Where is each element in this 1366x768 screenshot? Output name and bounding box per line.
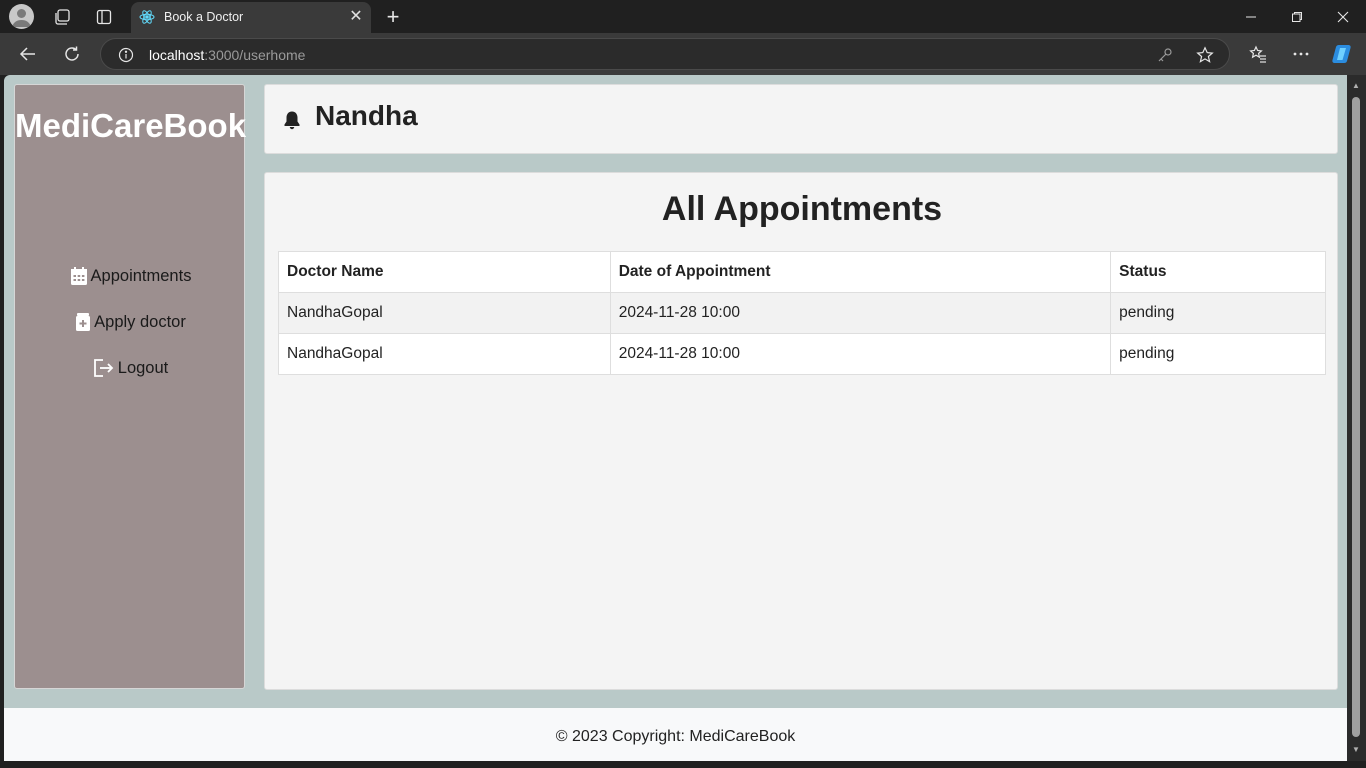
browser-toolbar: localhost:3000/userhome <box>0 33 1366 75</box>
scroll-down-icon[interactable]: ▼ <box>1351 745 1361 755</box>
appointment-date-cell: 2024-11-28 10:00 <box>609 333 1112 375</box>
table-header-row: Doctor Name Date of Appointment Status <box>278 251 1326 293</box>
calendar-icon <box>70 266 88 286</box>
bell-icon[interactable] <box>283 110 301 135</box>
page-scrollbar[interactable]: ▲ ▼ <box>1347 75 1366 761</box>
workspaces-icon[interactable] <box>51 6 73 28</box>
table-row: NandhaGopal 2024-11-28 10:00 pending <box>278 333 1326 375</box>
sidebar: MediCareBook Appointments Apply doctor L… <box>14 84 246 689</box>
table-row: NandhaGopal 2024-11-28 10:00 pending <box>278 292 1326 334</box>
brand-logo[interactable]: MediCareBook <box>15 107 246 145</box>
footer: © 2023 Copyright: MediCareBook <box>4 708 1347 761</box>
favorites-icon[interactable] <box>1247 43 1269 65</box>
sidebar-item-label: Logout <box>117 358 169 377</box>
minimize-icon[interactable] <box>1236 4 1266 30</box>
copyright-text: © 2023 Copyright: MediCareBook <box>555 728 796 745</box>
column-header-doctor-name: Doctor Name <box>278 251 611 293</box>
doctor-name-cell: NandhaGopal <box>278 292 611 334</box>
appointment-date-cell: 2024-11-28 10:00 <box>609 292 1112 334</box>
appointments-table: Doctor Name Date of Appointment Status N… <box>278 251 1326 375</box>
doctor-name-cell: NandhaGopal <box>278 333 611 375</box>
back-arrow-icon[interactable] <box>16 42 40 66</box>
sidebar-item-label: Appointments <box>90 266 192 285</box>
medical-file-icon <box>75 312 91 332</box>
sidebar-item-appointments[interactable]: Appointments <box>15 266 246 286</box>
info-icon[interactable] <box>117 46 134 63</box>
close-tab-icon[interactable]: ✕ <box>347 8 365 26</box>
column-header-date: Date of Appointment <box>609 251 1112 293</box>
react-logo-icon <box>139 9 155 25</box>
copilot-icon[interactable] <box>1330 41 1356 67</box>
active-tab[interactable]: Book a Doctor ✕ <box>131 2 371 33</box>
key-icon[interactable] <box>1156 46 1174 64</box>
restore-icon[interactable] <box>1282 4 1312 30</box>
logout-icon <box>93 358 115 378</box>
sidebar-item-apply-doctor[interactable]: Apply doctor <box>15 312 246 332</box>
status-cell: pending <box>1110 333 1326 375</box>
close-window-icon[interactable] <box>1328 4 1358 30</box>
column-header-status: Status <box>1110 251 1326 293</box>
more-menu-icon[interactable] <box>1290 43 1312 65</box>
vertical-tabs-icon[interactable] <box>93 6 115 28</box>
new-tab-icon[interactable]: + <box>381 4 405 29</box>
appointments-card: All Appointments Doctor Name Date of App… <box>264 172 1338 690</box>
username: Nandha <box>315 100 418 131</box>
scroll-up-icon[interactable]: ▲ <box>1351 81 1361 91</box>
favorite-star-icon[interactable] <box>1195 45 1215 65</box>
page-title: All Appointments <box>661 190 943 228</box>
browser-tab-bar: Book a Doctor ✕ + <box>0 0 1366 33</box>
reload-icon[interactable] <box>60 42 84 66</box>
url-path: :3000/userhome <box>204 47 306 63</box>
url-host: localhost <box>149 47 205 63</box>
page-viewport: MediCareBook Appointments Apply doctor L… <box>4 75 1347 761</box>
profile-avatar[interactable] <box>9 4 34 29</box>
scrollbar-thumb[interactable] <box>1352 97 1360 737</box>
address-bar[interactable]: localhost:3000/userhome <box>100 38 1230 70</box>
window-bottom-edge <box>0 761 1366 768</box>
sidebar-item-label: Apply doctor <box>94 312 186 331</box>
status-cell: pending <box>1110 292 1326 334</box>
url-text[interactable]: localhost:3000/userhome <box>149 47 305 63</box>
user-header: Nandha <box>264 84 1338 154</box>
tab-title: Book a Doctor <box>164 10 244 24</box>
sidebar-item-logout[interactable]: Logout <box>15 358 246 378</box>
